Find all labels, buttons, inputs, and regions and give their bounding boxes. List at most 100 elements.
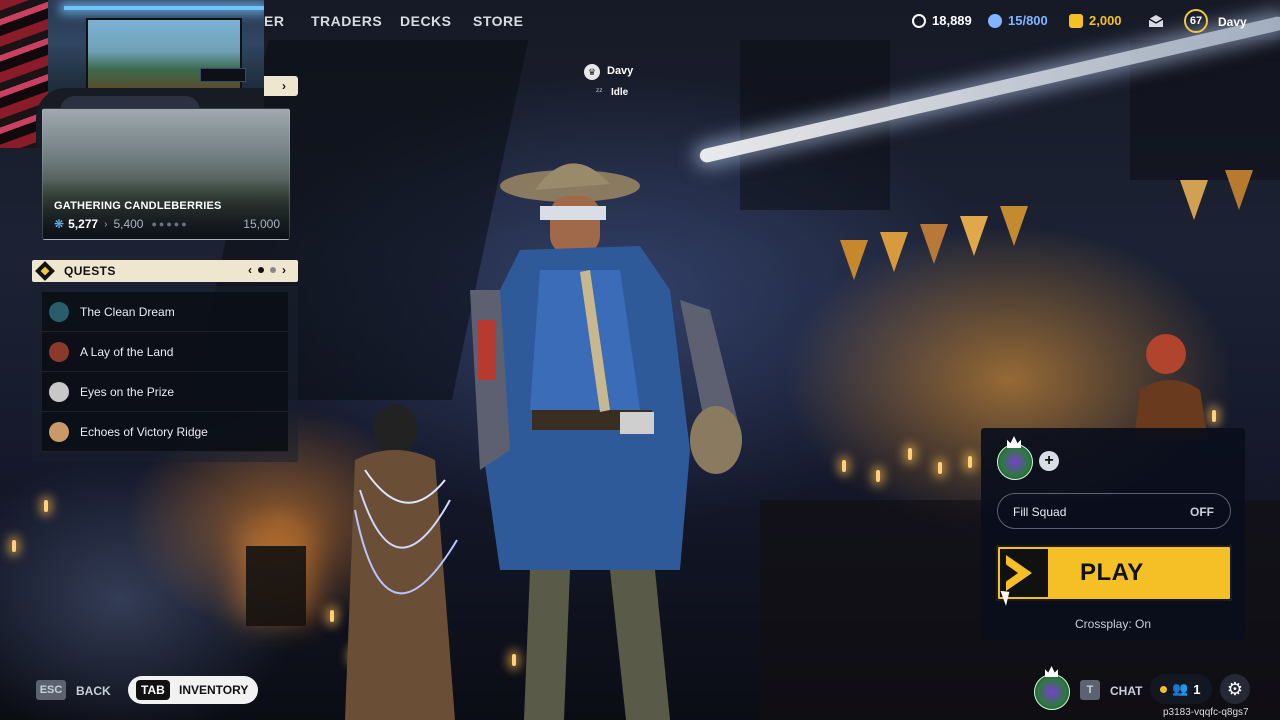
season-progress: ❋ 5,277 › 5,400 ●●●●● 15,000 (54, 217, 280, 231)
player-status-text: Idle (611, 87, 629, 98)
candle (12, 540, 16, 552)
currency-premium: 15/800 (988, 13, 1048, 28)
scene-structure (1130, 40, 1280, 180)
candle (1212, 410, 1216, 422)
top-nav: ER TRADERS DECKS STORE 18,889 15/800 2,0… (0, 0, 1280, 44)
mail-icon[interactable] (1148, 14, 1164, 28)
tab-key: TAB (136, 680, 170, 700)
candle (938, 462, 942, 474)
candle (968, 456, 972, 468)
quest-label: Echoes of Victory Ridge (80, 425, 208, 439)
session-code: p3183-vqqfc-q8gs7 (1163, 707, 1249, 718)
quest-avatar (49, 302, 69, 322)
bunting-flag (1180, 180, 1208, 220)
monitor (200, 68, 246, 82)
currency-value: 15/800 (1008, 13, 1048, 28)
chevron-right-icon[interactable]: › (282, 263, 286, 277)
bunting-flag (1225, 170, 1253, 210)
brazier (246, 546, 306, 626)
fill-squad-label: Fill Squad (1013, 505, 1067, 519)
crown-icon (1007, 436, 1021, 448)
crown-icon: ♛ (584, 64, 600, 80)
play-button[interactable]: PLAY (996, 545, 1232, 601)
quest-item[interactable]: Eyes on the Prize (42, 372, 288, 412)
inventory-label: INVENTORY (179, 683, 249, 697)
quests-list: The Clean Dream A Lay of the Land Eyes o… (32, 286, 298, 462)
season-current: 5,277 (68, 217, 99, 231)
character-model (470, 163, 742, 720)
currency-value: 2,000 (1089, 13, 1122, 28)
quests-header: QUESTS ‹ › (32, 260, 298, 282)
quest-icon (35, 261, 55, 281)
chat-key[interactable]: T (1080, 680, 1100, 700)
quest-label: The Clean Dream (80, 305, 175, 319)
play-panel: + Fill Squad OFF PLAY Crossplay: On (981, 428, 1245, 640)
nav-item-store[interactable]: STORE (473, 13, 523, 29)
bunting-flag (920, 224, 948, 264)
quest-avatar (49, 422, 69, 442)
friends-count: 1 (1193, 681, 1201, 697)
quests-title: QUESTS (64, 264, 116, 278)
currency-gold: 2,000 (1069, 13, 1122, 28)
fill-squad-toggle[interactable]: Fill Squad OFF (997, 493, 1231, 529)
season-max: 15,000 (243, 217, 280, 231)
player-status: ♛ Davy ᶻᶻ Idle (584, 62, 664, 102)
quest-label: Eyes on the Prize (80, 385, 175, 399)
quest-avatar (49, 382, 69, 402)
quest-avatar (49, 342, 69, 362)
candle (876, 470, 880, 482)
player-avatar[interactable] (1034, 674, 1070, 710)
bunting-flag (960, 216, 988, 256)
quest-item[interactable]: A Lay of the Land (42, 332, 288, 372)
premium-token-icon (988, 13, 1002, 28)
pager-dot[interactable] (270, 267, 276, 273)
add-squad-member-button[interactable]: + (1039, 451, 1059, 471)
season-card[interactable]: GATHERING CANDLEBERRIES ❋ 5,277 › 5,400 … (42, 108, 290, 240)
profile-name[interactable]: Davy (1218, 15, 1247, 29)
online-dot-icon (1160, 685, 1167, 693)
season-next: 5,400 (113, 217, 144, 231)
squad-avatar[interactable] (997, 444, 1033, 480)
idle-icon: ᶻᶻ (596, 86, 603, 96)
nav-item-decks[interactable]: DECKS (400, 13, 452, 29)
season-header[interactable]: › (264, 76, 298, 96)
pager-dot-active[interactable] (258, 267, 264, 273)
merchant-npc (1134, 334, 1208, 440)
currency-coins: 18,889 (912, 13, 972, 28)
currency-value: 18,889 (932, 13, 972, 28)
candle (908, 448, 912, 460)
settings-button[interactable]: ⚙ (1220, 674, 1250, 704)
gear-icon: ⚙ (1226, 678, 1244, 699)
gold-icon (1069, 13, 1083, 28)
statue (345, 404, 458, 720)
bunting-flag (1000, 206, 1028, 246)
coin-icon (912, 13, 926, 28)
candle (44, 500, 48, 512)
player-name: Davy (607, 65, 634, 77)
fill-squad-value: OFF (1190, 505, 1214, 519)
esc-key[interactable]: ESC (36, 680, 66, 700)
inventory-button[interactable]: TAB INVENTORY (128, 676, 258, 704)
bunting-flag (840, 240, 868, 280)
chat-label[interactable]: CHAT (1110, 684, 1142, 698)
chevron-right-icon: › (104, 218, 108, 230)
back-label[interactable]: BACK (76, 684, 111, 698)
nav-item-partial[interactable]: ER (264, 13, 284, 29)
gear-icon: ❋ (54, 217, 65, 231)
candle (842, 460, 846, 472)
progress-dots: ●●●●● (151, 219, 189, 229)
quests-pager: ‹ › (248, 263, 286, 277)
level-badge[interactable]: 67 (1184, 9, 1208, 33)
bunting-flag (880, 232, 908, 272)
season-title: GATHERING CANDLEBERRIES (54, 200, 222, 212)
play-label: PLAY (1080, 559, 1144, 586)
chevron-left-icon[interactable]: ‹ (248, 263, 252, 277)
people-icon: 👥 (1172, 681, 1189, 696)
nav-item-traders[interactable]: TRADERS (311, 13, 382, 29)
quest-item[interactable]: Echoes of Victory Ridge (42, 412, 288, 452)
friends-button[interactable]: 👥 1 (1150, 674, 1212, 704)
quest-item[interactable]: The Clean Dream (42, 292, 288, 332)
quest-label: A Lay of the Land (80, 345, 174, 359)
candle (330, 610, 334, 622)
crossplay-status: Crossplay: On (1074, 617, 1152, 631)
